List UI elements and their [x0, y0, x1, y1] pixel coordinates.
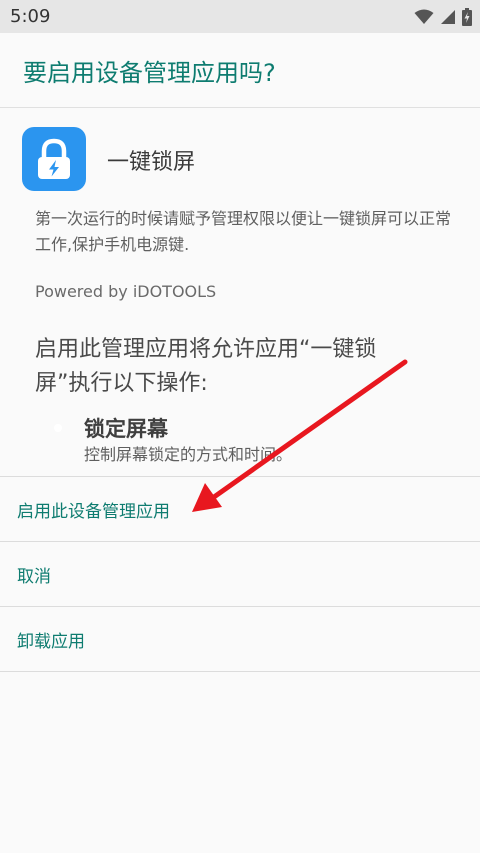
bullet-icon — [54, 424, 62, 432]
cancel-button-label: 取消 — [17, 567, 51, 587]
activate-button-label: 启用此设备管理应用 — [17, 502, 170, 522]
uninstall-button-label: 卸载应用 — [17, 632, 85, 652]
wifi-icon — [414, 9, 434, 24]
signal-icon — [441, 10, 455, 24]
cancel-button[interactable]: 取消 — [0, 541, 480, 606]
page-title: 要启用设备管理应用吗? — [23, 59, 276, 87]
activate-device-admin-button[interactable]: 启用此设备管理应用 — [0, 476, 480, 541]
permission-title: 锁定屏幕 — [84, 417, 168, 441]
battery-charging-icon — [462, 8, 472, 26]
uninstall-app-button[interactable]: 卸载应用 — [0, 606, 480, 671]
status-bar: 5:09 — [0, 0, 480, 33]
lock-icon — [38, 138, 70, 179]
divider — [0, 671, 480, 672]
app-description: 第一次运行的时候请赋予管理权限以便让一键锁屏可以正常工作,保护手机电源键. — [35, 209, 452, 254]
app-name: 一键锁屏 — [107, 150, 196, 175]
status-time: 5:09 — [10, 6, 51, 27]
permission-description: 控制屏幕锁定的方式和时间。 — [84, 445, 293, 464]
status-icons — [414, 7, 472, 27]
dialog-header: 要启用设备管理应用吗? — [0, 33, 480, 108]
app-icon — [22, 127, 86, 191]
powered-by-text: Powered by iDOTOOLS — [35, 282, 217, 301]
permissions-intro: 启用此管理应用将允许应用“一键锁屏”执行以下操作: — [35, 337, 377, 396]
